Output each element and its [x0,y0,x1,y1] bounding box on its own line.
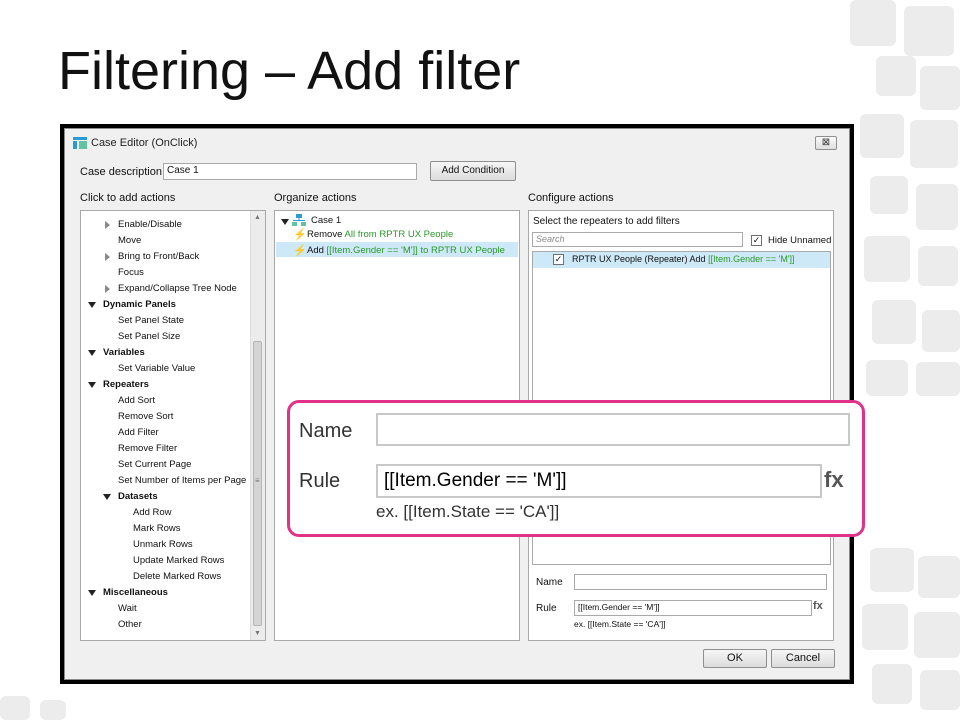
name-label: Name [536,577,563,588]
expanded-arrow-icon[interactable] [281,219,289,225]
zoom-example-text: ex. [[Item.State == 'CA']] [376,502,560,521]
lightning-icon: ⚡ [293,229,307,241]
click-to-add-actions-label: Click to add actions [80,192,176,204]
case-node[interactable]: Case 1 [311,215,341,226]
scroll-up-icon[interactable]: ▲ [254,214,261,221]
tree-action-item[interactable]: Wait [118,603,137,614]
case-description-label: Case description [80,166,162,178]
tree-group[interactable]: Variables [103,347,145,358]
zoom-name-label: Name [299,420,353,442]
expanded-arrow-icon[interactable] [88,590,96,596]
collapsed-arrow-icon[interactable] [105,221,110,229]
tree-action-item[interactable]: Add Filter [118,427,159,438]
tree-action-item[interactable]: Set Panel State [118,315,184,326]
tree-action-item[interactable]: Delete Marked Rows [133,571,221,582]
tree-action-item[interactable]: Set Current Page [118,459,191,470]
lightning-icon: ⚡ [293,245,307,257]
tree-action-item[interactable]: Update Marked Rows [133,555,224,566]
zoom-name-input[interactable] [376,413,850,446]
repeater-checkbox[interactable]: ✓ [553,254,564,265]
tree-action-item[interactable]: Move [118,235,141,246]
actions-tree: Other Wait Miscellaneous Delete Marked Rows… [80,210,266,641]
dialog-title: Case Editor (OnClick) [91,137,198,149]
scroll-grip-icon: ≡ [255,476,260,485]
tree-action-item[interactable]: Bring to Front/Back [118,251,199,262]
zoom-rule-input[interactable]: [[Item.Gender == 'M']] [376,464,822,498]
name-input[interactable] [574,574,827,590]
tree-action-item[interactable]: Set Panel Size [118,331,180,342]
zoom-fx-icon[interactable]: fx [824,467,844,493]
hide-unnamed-checkbox[interactable]: ✓ [751,235,762,246]
rule-input[interactable]: [[Item.Gender == 'M']] [574,600,812,616]
tree-action-item[interactable]: Remove Filter [118,443,177,454]
zoom-rule-label: Rule [299,470,341,492]
action-item-remove[interactable]: ⚡ Remove All from RPTR UX People [293,229,453,241]
cancel-button[interactable]: Cancel [771,649,835,668]
collapsed-arrow-icon[interactable] [105,253,110,261]
rule-example-text: ex. [[Item.State == 'CA']] [574,619,666,629]
tree-action-item[interactable]: Mark Rows [133,523,181,534]
tree-action-item[interactable]: Set Number of Items per Page [118,475,246,486]
tree-action-item[interactable]: Add Row [133,507,172,518]
expanded-arrow-icon[interactable] [88,382,96,388]
expanded-arrow-icon[interactable] [103,494,111,500]
dialog-titlebar: Case Editor (OnClick) ⊠ [65,129,849,157]
scroll-down-icon[interactable]: ▼ [254,630,261,637]
tree-action-item[interactable]: Enable/Disable [118,219,182,230]
organize-actions-label: Organize actions [274,192,357,204]
expanded-arrow-icon[interactable] [88,350,96,356]
case-tree-icon [292,214,306,226]
configure-actions-label: Configure actions [528,192,614,204]
ok-button[interactable]: OK [703,649,767,668]
rule-label: Rule [536,603,557,614]
collapsed-arrow-icon[interactable] [105,285,110,293]
tree-group[interactable]: Dynamic Panels [103,299,176,310]
fx-icon[interactable]: fx [813,600,823,612]
search-input[interactable]: Search [532,232,743,247]
expanded-arrow-icon[interactable] [88,302,96,308]
tree-action-item[interactable]: Unmark Rows [133,539,193,550]
close-icon[interactable]: ⊠ [815,136,837,150]
tree-action-item[interactable]: Add Sort [118,395,155,406]
slide-title: Filtering – Add filter [58,41,521,101]
tree-action-item[interactable]: Set Variable Value [118,363,195,374]
tree-action-item[interactable]: Expand/Collapse Tree Node [118,283,237,294]
select-repeaters-label: Select the repeaters to add filters [533,216,680,227]
action-item-add-filter[interactable]: ⚡ Add [[Item.Gender == 'M']] to RPTR UX … [293,245,505,257]
case-description-input[interactable]: Case 1 [163,163,417,180]
tree-action-item[interactable]: Other [118,619,142,630]
app-logo-icon [73,137,87,149]
add-condition-button[interactable]: Add Condition [430,161,516,181]
hide-unnamed-label: Hide Unnamed [768,235,832,246]
tree-action-item[interactable]: Focus [118,267,144,278]
tree-group[interactable]: Datasets [118,491,158,502]
tree-group[interactable]: Repeaters [103,379,149,390]
zoom-callout: Name Rule [[Item.Gender == 'M']] fx ex. … [287,400,865,537]
tree-group[interactable]: Miscellaneous [103,587,168,598]
repeater-row[interactable]: RPTR UX People (Repeater) Add [[Item.Gen… [572,254,795,264]
actions-scrollbar[interactable]: ▲ ≡ ▼ [250,211,265,640]
tree-action-item[interactable]: Remove Sort [118,411,173,422]
